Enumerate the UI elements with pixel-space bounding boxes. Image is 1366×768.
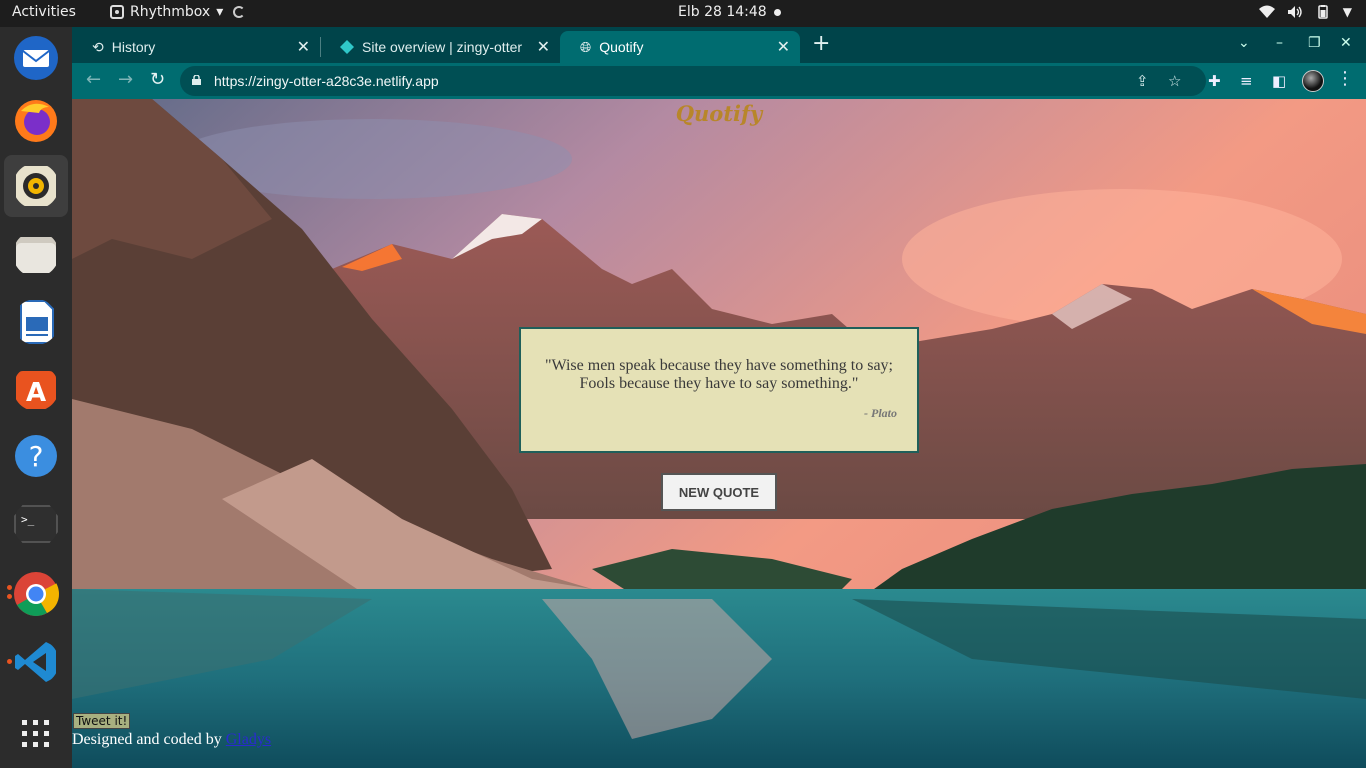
libreoffice-writer-icon	[20, 300, 54, 344]
dock-software[interactable]: A	[4, 357, 68, 419]
new-quote-button[interactable]: NEW QUOTE	[661, 473, 777, 511]
address-bar[interactable]: https://zingy-otter-a28c3e.netlify.app ⇪…	[180, 66, 1206, 96]
close-tab-icon[interactable]: ✕	[297, 37, 310, 57]
bookmark-star-icon[interactable]: ☆	[1168, 72, 1181, 90]
svg-text:A: A	[26, 378, 46, 408]
dock-files[interactable]	[4, 223, 68, 285]
forward-button[interactable]: →	[118, 69, 133, 90]
browser-toolbar: ← → ↻ https://zingy-otter-a28c3e.netlify…	[72, 63, 1366, 99]
quote-box: "Wise men speak because they have someth…	[519, 327, 919, 453]
terminal-icon: >_	[14, 505, 58, 543]
app-menu-label: Rhythmbox	[130, 4, 211, 20]
quote-text: "Wise men speak because they have someth…	[544, 357, 893, 392]
vscode-icon	[15, 642, 56, 682]
ubuntu-software-icon: A	[16, 371, 56, 409]
clock[interactable]: Elb 28 14:48	[678, 4, 767, 20]
globe-icon: 🌐︎	[580, 38, 592, 55]
battery-icon	[1318, 5, 1328, 19]
running-indicator	[7, 594, 12, 599]
profile-avatar[interactable]	[1302, 70, 1324, 92]
notification-dot-icon	[774, 9, 781, 16]
netlify-icon	[340, 40, 354, 54]
back-button[interactable]: ←	[86, 69, 101, 90]
svg-text:>_: >_	[21, 513, 35, 526]
footer-credit: Designed and coded by Gladys	[72, 731, 271, 749]
tweet-button[interactable]: Tweet it!	[73, 713, 131, 729]
system-top-bar: Activities Rhythmbox ▾ Elb 28 14:48 ▼	[0, 0, 1366, 27]
thunderbird-icon	[14, 36, 58, 80]
reload-button[interactable]: ↻	[150, 69, 165, 90]
url-text: https://zingy-otter-a28c3e.netlify.app	[214, 73, 439, 89]
running-indicator	[7, 659, 12, 664]
running-indicator	[7, 585, 12, 590]
page-viewport: Quotify "Wise men speak because they hav…	[72, 99, 1366, 768]
dock-vscode[interactable]	[4, 631, 68, 693]
files-folder-icon	[16, 237, 56, 273]
dock-chrome[interactable]	[4, 563, 68, 625]
volume-icon	[1287, 6, 1302, 18]
close-tab-icon[interactable]: ✕	[537, 37, 550, 57]
chrome-icon	[14, 572, 59, 616]
share-icon[interactable]: ⇪	[1136, 72, 1149, 90]
dock-firefox[interactable]	[4, 89, 68, 151]
show-applications-button[interactable]	[4, 703, 68, 765]
dock-rhythmbox[interactable]	[4, 155, 68, 217]
dock-terminal[interactable]: >_	[4, 493, 68, 555]
quote-author: - Plato	[864, 406, 897, 420]
page-title: Quotify	[675, 101, 763, 126]
dock-thunderbird[interactable]	[4, 27, 68, 89]
credit-prefix: Designed and coded by	[72, 731, 226, 748]
dock-help[interactable]: ?	[4, 425, 68, 487]
minimize-button[interactable]: –	[1276, 35, 1283, 51]
tab-site-overview[interactable]: Site overview | zingy-otter ✕	[320, 31, 560, 63]
tab-search-chevron-icon[interactable]: ⌄	[1238, 35, 1250, 51]
media-controls-icon[interactable]: ≡	[1240, 72, 1253, 90]
history-icon: ⟲	[92, 38, 104, 55]
restore-button[interactable]: ❐	[1308, 35, 1321, 51]
close-tab-icon[interactable]: ✕	[777, 37, 790, 57]
lock-icon	[192, 75, 201, 85]
tab-title: Site overview | zingy-otter	[362, 39, 523, 55]
firefox-icon	[15, 100, 57, 142]
activities-button[interactable]: Activities	[12, 4, 76, 20]
close-window-button[interactable]: ✕	[1340, 35, 1352, 51]
more-menu-icon[interactable]: ⋮	[1336, 68, 1354, 89]
svg-text:?: ?	[29, 440, 44, 473]
dock: A ? >_	[0, 27, 72, 768]
tab-quotify[interactable]: 🌐︎ Quotify ✕	[560, 31, 800, 63]
tab-title: Quotify	[599, 39, 644, 55]
chevron-down-icon: ▼	[1342, 5, 1352, 19]
app-menu[interactable]: Rhythmbox ▾	[110, 4, 246, 20]
browser-tab-strip: ⟲ History ✕ Site overview | zingy-otter …	[72, 27, 1366, 63]
rhythmbox-icon	[110, 5, 124, 19]
rhythmbox-speaker-icon	[16, 166, 56, 206]
extensions-icon[interactable]: ✚	[1208, 72, 1221, 90]
tab-history[interactable]: ⟲ History ✕	[72, 31, 320, 63]
author-link[interactable]: Gladys	[226, 731, 271, 748]
tab-title: History	[111, 39, 156, 55]
dock-writer[interactable]	[4, 291, 68, 353]
chevron-down-icon: ▾	[216, 4, 224, 20]
new-tab-button[interactable]: +	[812, 31, 830, 56]
help-icon: ?	[15, 435, 57, 477]
app-grid-icon	[22, 720, 49, 747]
side-panel-icon[interactable]: ◧	[1272, 72, 1286, 90]
wifi-icon	[1258, 5, 1275, 18]
system-tray[interactable]: ▼	[1258, 5, 1352, 19]
loading-spinner-icon	[233, 6, 246, 18]
